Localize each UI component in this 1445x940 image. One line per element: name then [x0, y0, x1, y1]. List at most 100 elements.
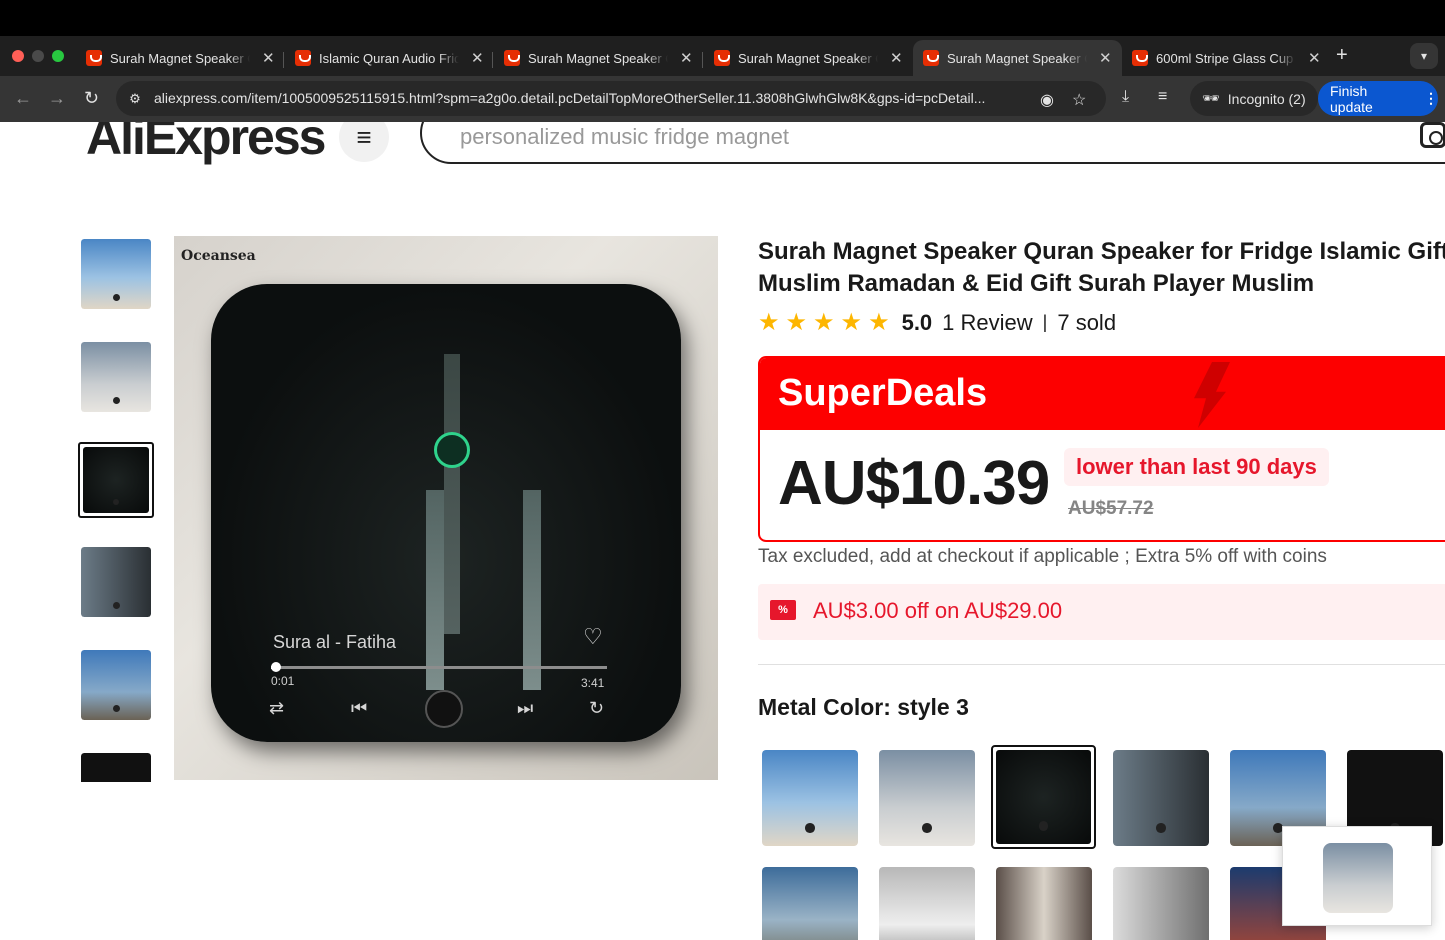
maximize-window-button[interactable] [52, 50, 64, 62]
aliexpress-favicon-icon [1132, 50, 1148, 66]
original-price: AU$57.72 [1068, 498, 1154, 519]
tab-separator [702, 52, 703, 68]
tab-1[interactable]: Surah Magnet Speaker Q ✕ [76, 40, 285, 76]
superdeals-header: SuperDeals [760, 358, 1445, 430]
tab-close-icon[interactable]: ✕ [1308, 49, 1321, 67]
tab-2[interactable]: Islamic Quran Audio Frid ✕ [285, 40, 494, 76]
shuffle-icon: ⇄ [269, 698, 285, 718]
url-text[interactable]: aliexpress.com/item/1005009525115915.htm… [154, 90, 1034, 106]
thumbnail-4[interactable] [81, 547, 151, 617]
tab-title: 600ml Stripe Glass Cup [1156, 50, 1294, 66]
minaret-graphic [426, 490, 444, 690]
clock-graphic [434, 432, 470, 468]
aliexpress-favicon-icon [923, 50, 939, 66]
main-product-image[interactable]: Oceansea Sura al - Fatiha ♡ 0:01 3:41 ⇄ … [174, 236, 718, 780]
site-info-icon[interactable]: ⚙ [126, 90, 144, 108]
color-swatch-7[interactable] [762, 867, 858, 940]
incognito-label: Incognito (2) [1227, 90, 1306, 107]
tab-close-icon[interactable]: ✕ [1099, 49, 1112, 67]
bookmark-star-icon[interactable]: ☆ [1072, 90, 1086, 110]
coupon-icon: % [770, 600, 796, 620]
thumbnail-list [78, 236, 154, 782]
thumbnail-3-selected[interactable] [78, 442, 154, 518]
forward-arrow-icon[interactable]: → [48, 88, 66, 109]
sold-count: 7 sold [1057, 309, 1117, 335]
track-title: Sura al - Fatiha [273, 632, 397, 652]
home-button [425, 690, 463, 728]
minaret-graphic [523, 490, 541, 690]
more-vert-icon[interactable]: ⋮ [1424, 90, 1438, 107]
media-queue-icon[interactable]: ≡ [1158, 88, 1167, 106]
thumbnail-6[interactable] [81, 753, 151, 782]
superdeals-box: SuperDeals AU$10.39 lower than last 90 d… [758, 356, 1445, 542]
incognito-button[interactable]: 🕶 Incognito (2) [1190, 81, 1318, 116]
tab-separator [283, 52, 284, 68]
eye-off-icon[interactable]: ◉ [1040, 90, 1054, 110]
coupon-text: AU$3.00 off on AU$29.00 [813, 598, 1063, 623]
progress-knob [271, 662, 281, 672]
preview-image [1323, 843, 1393, 913]
tab-title: Surah Magnet Speaker Q [738, 50, 878, 66]
window-top-bar [0, 0, 1445, 36]
heart-icon: ♡ [583, 624, 603, 649]
tab-strip: Surah Magnet Speaker Q ✕ Islamic Quran A… [0, 36, 1445, 76]
tab-4[interactable]: Surah Magnet Speaker Q ✕ [704, 40, 913, 76]
thumbnail-5[interactable] [81, 650, 151, 720]
new-tab-plus-icon[interactable]: + [1336, 44, 1348, 67]
speaker-device: Sura al - Fatiha ♡ 0:01 3:41 ⇄ ⏮ ⏭ ↻ [211, 284, 681, 742]
reviews-link[interactable]: 1 Review [942, 310, 1032, 336]
lightning-bolt-icon [1194, 362, 1230, 428]
aliexpress-favicon-icon [295, 50, 311, 66]
tab-title: Islamic Quran Audio Frid [319, 50, 459, 66]
thumbnail-1[interactable] [81, 239, 151, 309]
hamburger-menu-icon[interactable]: ≡ [339, 122, 389, 162]
color-swatch-1[interactable] [762, 750, 858, 846]
color-swatch-8[interactable] [879, 867, 975, 940]
back-arrow-icon[interactable]: ← [14, 88, 32, 109]
previous-icon: ⏮ [351, 698, 368, 718]
clock-tower-graphic [444, 354, 460, 634]
tab-close-icon[interactable]: ✕ [890, 49, 903, 67]
hover-preview-popup [1282, 826, 1432, 926]
tab-3[interactable]: Surah Magnet Speaker Q ✕ [494, 40, 703, 76]
rating-row: ★★★★★ 5.0 1 Review | 7 sold [758, 308, 1116, 337]
time-current: 0:01 [271, 674, 295, 688]
close-window-button[interactable] [12, 50, 24, 62]
tab-close-icon[interactable]: ✕ [262, 49, 275, 67]
aliexpress-logo[interactable]: AliExpress [86, 122, 326, 166]
reload-icon[interactable]: ↻ [84, 88, 99, 109]
rating-score: 5.0 [901, 309, 933, 335]
tab-close-icon[interactable]: ✕ [471, 49, 484, 67]
divider [758, 664, 1445, 665]
tab-6[interactable]: 600ml Stripe Glass Cup ✕ [1122, 40, 1331, 76]
search-input[interactable]: personalized music fridge magnet [460, 124, 789, 150]
color-swatch-4[interactable] [1113, 750, 1209, 846]
coupon-banner[interactable]: % AU$3.00 off on AU$29.00 [758, 584, 1445, 640]
download-icon[interactable]: ⤓ [1122, 88, 1129, 106]
tax-note: Tax excluded, add at checkout if applica… [758, 546, 1327, 567]
brand-watermark: Oceansea [181, 248, 256, 264]
finish-update-button[interactable]: Finish update ⋮ [1318, 81, 1438, 116]
star-rating-icon: ★★★★★ [758, 309, 896, 336]
thumbnail-2[interactable] [81, 342, 151, 412]
color-swatch-9[interactable] [996, 867, 1092, 940]
aliexpress-favicon-icon [86, 50, 102, 66]
tab-5-active[interactable]: Surah Magnet Speaker Q ✕ [913, 40, 1122, 76]
color-swatch-3-selected[interactable] [991, 745, 1096, 849]
tab-close-icon[interactable]: ✕ [680, 49, 693, 67]
tab-title: Surah Magnet Speaker Q [528, 50, 668, 66]
color-swatch-2[interactable] [879, 750, 975, 846]
tab-search-chevron-icon[interactable]: ▾ [1410, 43, 1438, 69]
current-price: AU$10.39 [778, 449, 1050, 518]
repeat-icon: ↻ [589, 698, 605, 718]
page-content: AliExpress ≡ personalized music fridge m… [0, 122, 1445, 940]
image-search-icon[interactable] [1420, 122, 1445, 148]
minimize-window-button[interactable] [32, 50, 44, 62]
tab-separator [492, 52, 493, 68]
search-bar[interactable]: personalized music fridge magnet [420, 122, 1445, 164]
address-bar[interactable]: ⚙ aliexpress.com/item/1005009525115915.h… [116, 81, 1106, 116]
product-title: Surah Magnet Speaker Quran Speaker for F… [758, 238, 1445, 297]
next-icon: ⏭ [517, 698, 534, 718]
incognito-icon: 🕶 [1202, 90, 1220, 106]
color-swatch-10[interactable] [1113, 867, 1209, 940]
